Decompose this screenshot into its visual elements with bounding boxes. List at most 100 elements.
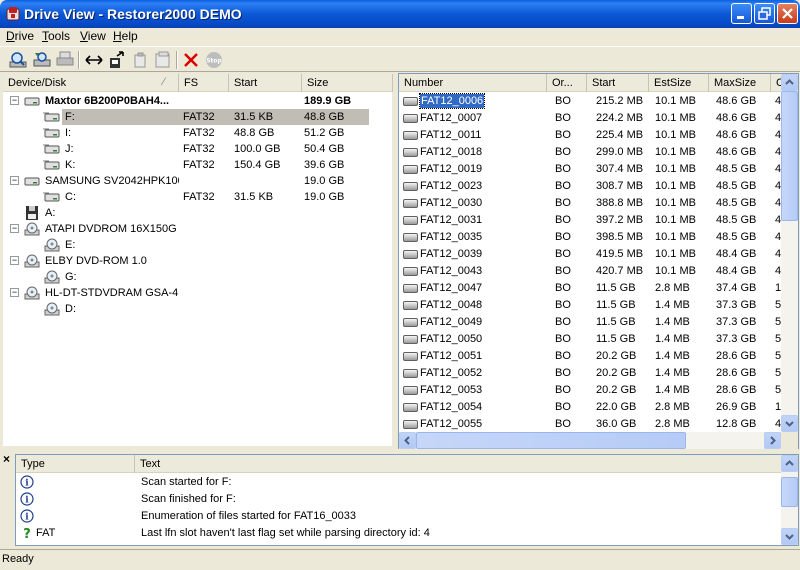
file-row[interactable]: FAT12_0006 BO 215.2 MB 10.1 MB 48.6 GB 4 (399, 93, 781, 109)
file-row[interactable]: FAT12_0018 BO 299.0 MB 10.1 MB 48.6 GB 4 (399, 144, 781, 160)
tree-row[interactable]: C: FAT32 31.5 KB 19.0 GB (3, 189, 392, 205)
minimize-button[interactable] (731, 3, 752, 24)
menu-view[interactable]: View (80, 29, 106, 43)
file-row[interactable]: FAT12_0030 BO 388.8 MB 10.1 MB 48.5 GB 4 (399, 195, 781, 211)
tree-row[interactable]: A: (3, 205, 392, 221)
tree-row[interactable]: I: FAT32 48.8 GB 51.2 GB (3, 125, 392, 141)
scroll-up-button[interactable] (781, 74, 798, 91)
file-row-origin: BO (555, 146, 571, 158)
scroll-down-button[interactable] (781, 415, 798, 432)
file-row[interactable]: FAT12_0049 BO 11.5 GB 1.4 MB 37.3 GB 5 (399, 314, 781, 330)
file-row[interactable]: FAT12_0019 BO 307.4 MB 10.1 MB 48.5 GB 4 (399, 161, 781, 177)
log-panel[interactable]: Type Text i Scan started for F: i Scan fini… (15, 454, 799, 546)
collapse-toggle-icon[interactable]: − (10, 288, 19, 297)
collapse-toggle-icon[interactable]: − (10, 256, 19, 265)
column-type[interactable]: Type (16, 455, 135, 473)
file-row[interactable]: FAT12_0007 BO 224.2 MB 10.1 MB 48.6 GB 4 (399, 110, 781, 126)
file-row[interactable]: FAT12_0031 BO 397.2 MB 10.1 MB 48.5 GB 4 (399, 212, 781, 228)
file-row[interactable]: FAT12_0011 BO 225.4 MB 10.1 MB 48.6 GB 4 (399, 127, 781, 143)
tree-row[interactable]: F: FAT32 31.5 KB 48.8 GB (3, 109, 392, 125)
column-file-start[interactable]: Start (587, 74, 649, 92)
menu-bar: Drive Tools View Help (0, 28, 800, 46)
scan-icon[interactable] (8, 50, 28, 70)
file-row-start: 20.2 GB (596, 384, 637, 396)
collapse-toggle-icon[interactable]: − (10, 224, 19, 233)
file-list-panel[interactable]: Number Or... Start EstSize MaxSize C FAT… (398, 73, 799, 449)
tree-row[interactable]: − Maxtor 6B200P0BAH4... 189.9 GB (3, 93, 392, 109)
file-row[interactable]: FAT12_0039 BO 419.5 MB 10.1 MB 48.4 GB 4 (399, 246, 781, 262)
tree-row[interactable]: K: FAT32 150.4 GB 39.6 GB (3, 157, 392, 173)
file-list-hscrollbar[interactable] (399, 432, 781, 449)
tree-row[interactable]: − SAMSUNG SV2042HPK100... 19.0 GB (3, 173, 392, 189)
file-row-number: FAT12_0006 (418, 93, 486, 109)
menu-drive[interactable]: Drive (6, 29, 34, 43)
tree-row[interactable]: − ATAPI DVDROM 16X150G (3, 221, 392, 237)
menu-help[interactable]: Help (113, 29, 138, 43)
swap-icon[interactable] (84, 50, 104, 70)
restore-button[interactable] (754, 3, 775, 24)
column-size[interactable]: Size (302, 74, 393, 92)
log-scroll-up-button[interactable] (781, 455, 798, 472)
column-device-disk[interactable]: Device/Disk ⁄ (3, 74, 179, 92)
file-row-est-size: 1.4 MB (655, 367, 690, 379)
tree-row[interactable]: E: (3, 237, 392, 253)
log-row[interactable]: i Scan started for F: (16, 474, 781, 490)
column-max-size[interactable]: MaxSize (709, 74, 771, 92)
hscroll-thumb[interactable] (416, 432, 686, 449)
export-icon[interactable] (107, 50, 127, 70)
file-list-vscrollbar[interactable] (781, 74, 798, 432)
log-row[interactable]: i Enumeration of files started for FAT16_… (16, 508, 781, 524)
file-row[interactable]: FAT12_0023 BO 308.7 MB 10.1 MB 48.5 GB 4 (399, 178, 781, 194)
tree-row[interactable]: D: (3, 301, 392, 317)
save-icon[interactable] (153, 50, 173, 70)
sort-arrow-icon: ⁄ (163, 76, 165, 88)
open-image-icon[interactable] (32, 50, 52, 70)
copy-icon[interactable] (131, 50, 151, 70)
log-vscroll-thumb[interactable] (781, 477, 798, 507)
column-number[interactable]: Number (399, 74, 547, 92)
column-start[interactable]: Start (229, 74, 302, 92)
menu-tools[interactable]: Tools (42, 29, 70, 43)
log-scroll-down-button[interactable] (781, 528, 798, 545)
delete-icon[interactable] (181, 50, 201, 70)
log-vscrollbar[interactable] (781, 455, 798, 545)
column-origin[interactable]: Or... (547, 74, 587, 92)
file-row-max-size: 48.5 GB (716, 197, 757, 209)
scroll-left-button[interactable] (399, 432, 416, 449)
column-fs[interactable]: FS (179, 74, 229, 92)
file-row[interactable]: FAT12_0055 BO 36.0 GB 2.8 MB 12.8 GB 4 (399, 416, 781, 432)
vscroll-thumb[interactable] (781, 91, 798, 221)
stop-icon[interactable]: Stop (204, 50, 224, 70)
tree-row[interactable]: J: FAT32 100.0 GB 50.4 GB (3, 141, 392, 157)
log-splitter[interactable] (0, 450, 800, 453)
file-row[interactable]: FAT12_0035 BO 398.5 MB 10.1 MB 48.5 GB 4 (399, 229, 781, 245)
file-row[interactable]: FAT12_0051 BO 20.2 GB 1.4 MB 28.6 GB 5 (399, 348, 781, 364)
file-row-start: 20.2 GB (596, 367, 637, 379)
hard-disk-icon (24, 97, 40, 106)
print-icon[interactable] (55, 50, 75, 70)
file-row[interactable]: FAT12_0043 BO 420.7 MB 10.1 MB 48.4 GB 4 (399, 263, 781, 279)
collapse-toggle-icon[interactable]: − (10, 176, 19, 185)
tree-row[interactable]: − HL-DT-STDVDRAM GSA-4... (3, 285, 392, 301)
file-row[interactable]: FAT12_0053 BO 20.2 GB 1.4 MB 28.6 GB 5 (399, 382, 781, 398)
tree-row-size: 189.9 GB (304, 95, 352, 107)
file-row[interactable]: FAT12_0048 BO 11.5 GB 1.4 MB 37.3 GB 5 (399, 297, 781, 313)
log-close-button[interactable]: × (3, 452, 10, 466)
device-tree-panel[interactable]: Device/Disk ⁄ FS Start Size − Maxtor 6B20… (2, 73, 393, 447)
partition-icon (43, 112, 60, 122)
file-row[interactable]: FAT12_0050 BO 11.5 GB 1.4 MB 37.3 GB 5 (399, 331, 781, 347)
file-row[interactable]: FAT12_0052 BO 20.2 GB 1.4 MB 28.6 GB 5 (399, 365, 781, 381)
column-text[interactable]: Text (135, 455, 781, 473)
file-row[interactable]: FAT12_0054 BO 22.0 GB 2.8 MB 26.9 GB 1 (399, 399, 781, 415)
log-row[interactable]: i Scan finished for F: (16, 491, 781, 507)
scroll-right-button[interactable] (764, 432, 781, 449)
file-row-max-size: 48.6 GB (716, 129, 757, 141)
tree-row[interactable]: G: (3, 269, 392, 285)
column-est-size[interactable]: EstSize (649, 74, 709, 92)
close-button[interactable] (777, 3, 798, 24)
log-row[interactable]: ? FAT Last lfn slot haven't last flag set … (16, 525, 781, 541)
title-bar[interactable]: Drive View - Restorer2000 DEMO (0, 0, 800, 28)
tree-row[interactable]: − ELBY DVD-ROM 1.0 (3, 253, 392, 269)
file-row[interactable]: FAT12_0047 BO 11.5 GB 2.8 MB 37.4 GB 1 (399, 280, 781, 296)
collapse-toggle-icon[interactable]: − (10, 96, 19, 105)
